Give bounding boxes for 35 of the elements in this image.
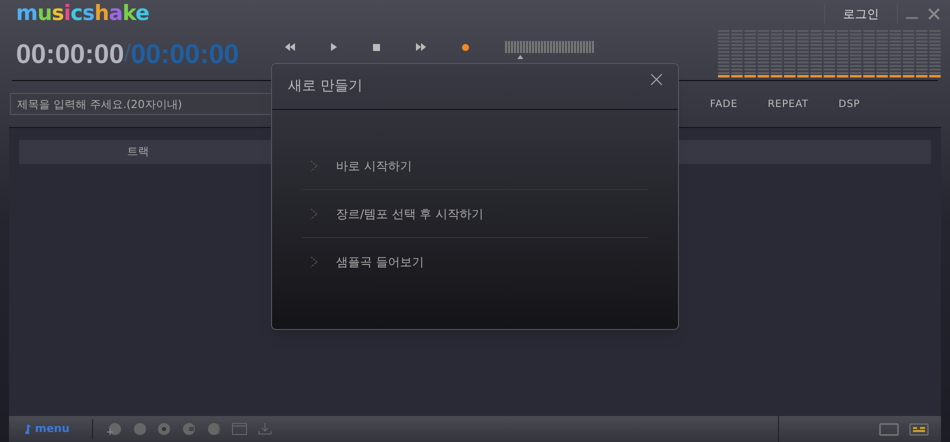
note-icon <box>25 424 31 434</box>
window-icon[interactable] <box>879 422 899 436</box>
disc-icon[interactable] <box>132 422 146 436</box>
option-button[interactable]: FADE <box>710 96 738 112</box>
chevron-icon <box>310 256 318 268</box>
play-icon[interactable] <box>330 43 337 51</box>
disc-icon[interactable] <box>182 422 196 436</box>
dialog-menu-item[interactable]: 바로 시작하기 <box>302 142 648 190</box>
total-time: 00:00:00 <box>130 38 239 71</box>
elapsed-time: 00:00:00 <box>16 38 124 71</box>
volume-slider[interactable] <box>504 41 595 59</box>
window-icon[interactable] <box>232 423 247 435</box>
chevron-icon <box>310 208 318 220</box>
dialog-menu-item[interactable]: 장르/템포 선택 후 시작하기 <box>302 190 648 238</box>
time-separator: / <box>124 39 131 69</box>
option-button[interactable]: REPEAT <box>768 96 808 112</box>
chevron-icon <box>310 160 318 172</box>
login-button[interactable]: 로그인 <box>825 5 897 23</box>
option-button[interactable]: DSP <box>838 96 860 112</box>
equalizer-view-icon[interactable] <box>909 422 929 436</box>
dialog-title: 새로 만들기 <box>288 77 362 96</box>
disc-icon[interactable] <box>156 422 171 436</box>
app-logo: musicshake <box>16 0 150 28</box>
record-icon[interactable] <box>462 44 469 50</box>
close-icon[interactable] <box>928 8 940 20</box>
close-icon[interactable] <box>651 74 662 85</box>
column-header: 트랙 <box>127 144 149 160</box>
download-icon[interactable] <box>258 423 272 435</box>
dialog-menu-item[interactable]: 샘플곡 들어보기 <box>302 238 648 286</box>
fast-forward-icon[interactable] <box>416 43 426 51</box>
volume-thumb[interactable] <box>517 55 524 59</box>
disc-add-icon[interactable] <box>106 422 121 436</box>
disc-icon[interactable] <box>206 422 221 436</box>
stop-icon[interactable] <box>372 44 380 50</box>
rewind-icon[interactable] <box>284 43 295 51</box>
